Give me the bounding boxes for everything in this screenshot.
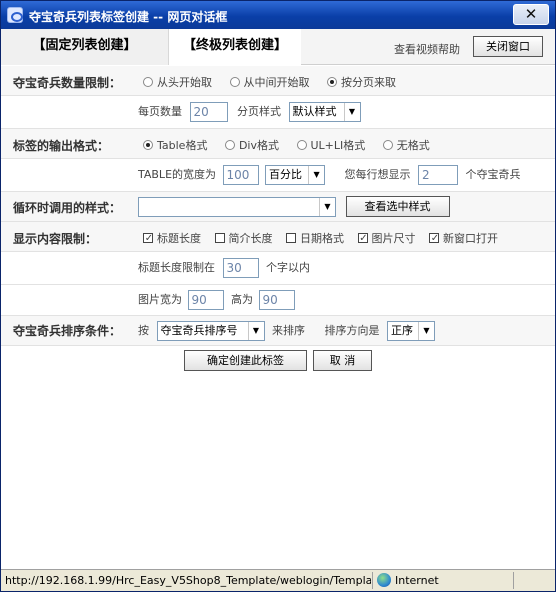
limit-options: 从头开始取 从中间开始取 按分页来取 <box>143 74 410 90</box>
tab-bar: 【固定列表创建】 【终极列表创建】 查看视频帮助 关闭窗口 <box>1 29 555 65</box>
sort-by-label: 按 <box>138 324 149 337</box>
radio-icon[interactable] <box>382 140 393 150</box>
status-url: http://192.168.1.99/Hrc_Easy_V5Shop8_Tem… <box>5 574 371 587</box>
title-length-prefix: 标题长度限制在 <box>138 261 215 274</box>
page-style-select[interactable]: 默认样式 ▼ <box>288 102 361 122</box>
display-option-summary-length[interactable]: 简介长度 <box>214 230 273 246</box>
output-option-ul-li[interactable]: UL+LI格式 <box>296 137 365 153</box>
paging-row: 每页数量 20 分页样式 默认样式 ▼ <box>1 96 555 129</box>
actions-row: 确定创建此标签 取 消 <box>1 346 555 376</box>
sort-by-suffix: 来排序 <box>272 324 305 337</box>
per-page-label: 每页数量 <box>138 105 182 118</box>
sort-label: 夺宝奇兵排序条件： <box>13 324 122 338</box>
status-divider <box>513 572 514 589</box>
checkbox-checked-icon[interactable] <box>143 233 154 243</box>
title-length-fields: 标题长度限制在 30 个字以内 <box>138 258 310 278</box>
view-style-button[interactable]: 查看选中样式 <box>345 196 450 217</box>
chevron-down-icon[interactable]: ▼ <box>418 322 434 340</box>
internet-zone-icon <box>377 573 391 587</box>
chevron-down-icon[interactable]: ▼ <box>247 322 264 340</box>
page-style-label: 分页样式 <box>237 105 281 118</box>
table-width-fields: TABLE的宽度为 100 百分比 ▼ 您每行想显示 2 个夺宝奇兵 <box>138 165 521 185</box>
checkbox-checked-icon[interactable] <box>429 233 440 243</box>
image-size-fields: 图片宽为 90 高为 90 <box>138 290 295 310</box>
close-window-button[interactable]: 关闭窗口 <box>473 36 543 57</box>
limit-row: 夺宝奇兵数量限制： 从头开始取 从中间开始取 按分页来取 <box>1 66 555 96</box>
chevron-down-icon[interactable]: ▼ <box>308 166 324 184</box>
image-size-row: 图片宽为 90 高为 90 <box>1 285 555 316</box>
chevron-down-icon[interactable]: ▼ <box>319 197 335 216</box>
title-bar: 夺宝奇兵列表标签创建 -- 网页对话框 ✕ <box>1 1 555 29</box>
image-height-label: 高为 <box>231 293 253 306</box>
display-option-title-length[interactable]: 标题长度 <box>143 230 201 246</box>
tab-fixed-list[interactable]: 【固定列表创建】 <box>1 29 169 65</box>
display-label: 显示内容限制： <box>13 232 98 246</box>
display-option-image-size[interactable]: 图片尺寸 <box>357 230 416 246</box>
table-width-unit-select[interactable]: 百分比 ▼ <box>265 165 326 185</box>
limit-option-by-page[interactable]: 按分页来取 <box>327 74 396 90</box>
checkbox-icon[interactable] <box>286 233 296 243</box>
radio-icon[interactable] <box>229 77 240 87</box>
tab-final-list[interactable]: 【终极列表创建】 <box>169 29 301 65</box>
loop-style-select[interactable]: ▼ <box>138 196 336 217</box>
per-page-input[interactable]: 20 <box>189 102 228 122</box>
chevron-down-icon[interactable]: ▼ <box>343 103 360 121</box>
per-row-input[interactable]: 2 <box>418 165 459 185</box>
sort-row: 夺宝奇兵排序条件： 按 夺宝奇兵排序号 ▼ 来排序 排序方向是 正序 ▼ <box>1 316 555 346</box>
sort-by-select[interactable]: 夺宝奇兵排序号 ▼ <box>156 321 265 341</box>
title-length-input[interactable]: 30 <box>222 258 259 278</box>
window-title: 夺宝奇兵列表标签创建 -- 网页对话框 <box>29 10 228 24</box>
display-row: 显示内容限制： 标题长度 简介长度 日期格式 图片尺寸 新窗口打开 <box>1 222 555 252</box>
security-zone: Internet <box>395 574 439 587</box>
loop-style-fields: ▼ 查看选中样式 <box>138 196 450 217</box>
sort-direction-select[interactable]: 正序 ▼ <box>387 321 435 341</box>
checkbox-checked-icon[interactable] <box>357 233 369 243</box>
paging-fields: 每页数量 20 分页样式 默认样式 ▼ <box>138 102 361 122</box>
confirm-create-button[interactable]: 确定创建此标签 <box>184 350 307 371</box>
image-width-label: 图片宽为 <box>138 293 182 306</box>
image-height-input[interactable]: 90 <box>258 290 295 310</box>
output-option-div[interactable]: Div格式 <box>224 137 279 153</box>
display-option-date-format[interactable]: 日期格式 <box>286 230 344 246</box>
loop-style-label: 循环时调用的样式： <box>13 201 122 215</box>
status-divider <box>372 572 373 589</box>
limit-option-from-start[interactable]: 从头开始取 <box>143 74 212 90</box>
radio-selected-icon[interactable] <box>327 77 337 87</box>
radio-icon[interactable] <box>224 140 235 150</box>
output-label: 标签的输出格式： <box>13 139 110 153</box>
table-width-label: TABLE的宽度为 <box>138 168 217 181</box>
limit-option-from-middle[interactable]: 从中间开始取 <box>229 74 310 90</box>
sort-direction-label: 排序方向是 <box>324 324 380 337</box>
close-icon[interactable]: ✕ <box>513 4 549 25</box>
table-width-input[interactable]: 100 <box>222 165 259 185</box>
title-length-suffix: 个字以内 <box>266 261 310 274</box>
output-row: 标签的输出格式： Table格式 Div格式 UL+LI格式 无格式 <box>1 129 555 159</box>
per-row-label: 您每行想显示 <box>344 168 411 181</box>
browser-icon <box>7 7 23 23</box>
sort-fields: 按 夺宝奇兵排序号 ▼ 来排序 排序方向是 正序 ▼ <box>138 321 435 341</box>
cancel-button[interactable]: 取 消 <box>313 350 372 371</box>
image-width-input[interactable]: 90 <box>187 290 224 310</box>
loop-style-row: 循环时调用的样式： ▼ 查看选中样式 <box>1 192 555 222</box>
table-width-row: TABLE的宽度为 100 百分比 ▼ 您每行想显示 2 个夺宝奇兵 <box>1 159 555 192</box>
radio-icon[interactable] <box>143 77 153 87</box>
status-bar: http://192.168.1.99/Hrc_Easy_V5Shop8_Tem… <box>1 569 555 591</box>
title-length-row: 标题长度限制在 30 个字以内 <box>1 252 555 285</box>
output-option-table[interactable]: Table格式 <box>143 137 207 153</box>
dialog-window: 夺宝奇兵列表标签创建 -- 网页对话框 ✕ 【固定列表创建】 【终极列表创建】 … <box>0 0 556 592</box>
limit-label: 夺宝奇兵数量限制： <box>13 76 122 90</box>
display-options: 标题长度 简介长度 日期格式 图片尺寸 新窗口打开 <box>143 230 498 246</box>
video-help-link[interactable]: 查看视频帮助 <box>394 41 460 57</box>
display-option-new-window[interactable]: 新窗口打开 <box>429 230 498 246</box>
per-row-suffix: 个夺宝奇兵 <box>465 168 521 181</box>
checkbox-icon[interactable] <box>214 233 225 243</box>
radio-icon[interactable] <box>296 140 307 150</box>
output-option-none[interactable]: 无格式 <box>382 137 430 153</box>
radio-selected-icon[interactable] <box>143 140 153 150</box>
output-options: Table格式 Div格式 UL+LI格式 无格式 <box>143 137 444 153</box>
